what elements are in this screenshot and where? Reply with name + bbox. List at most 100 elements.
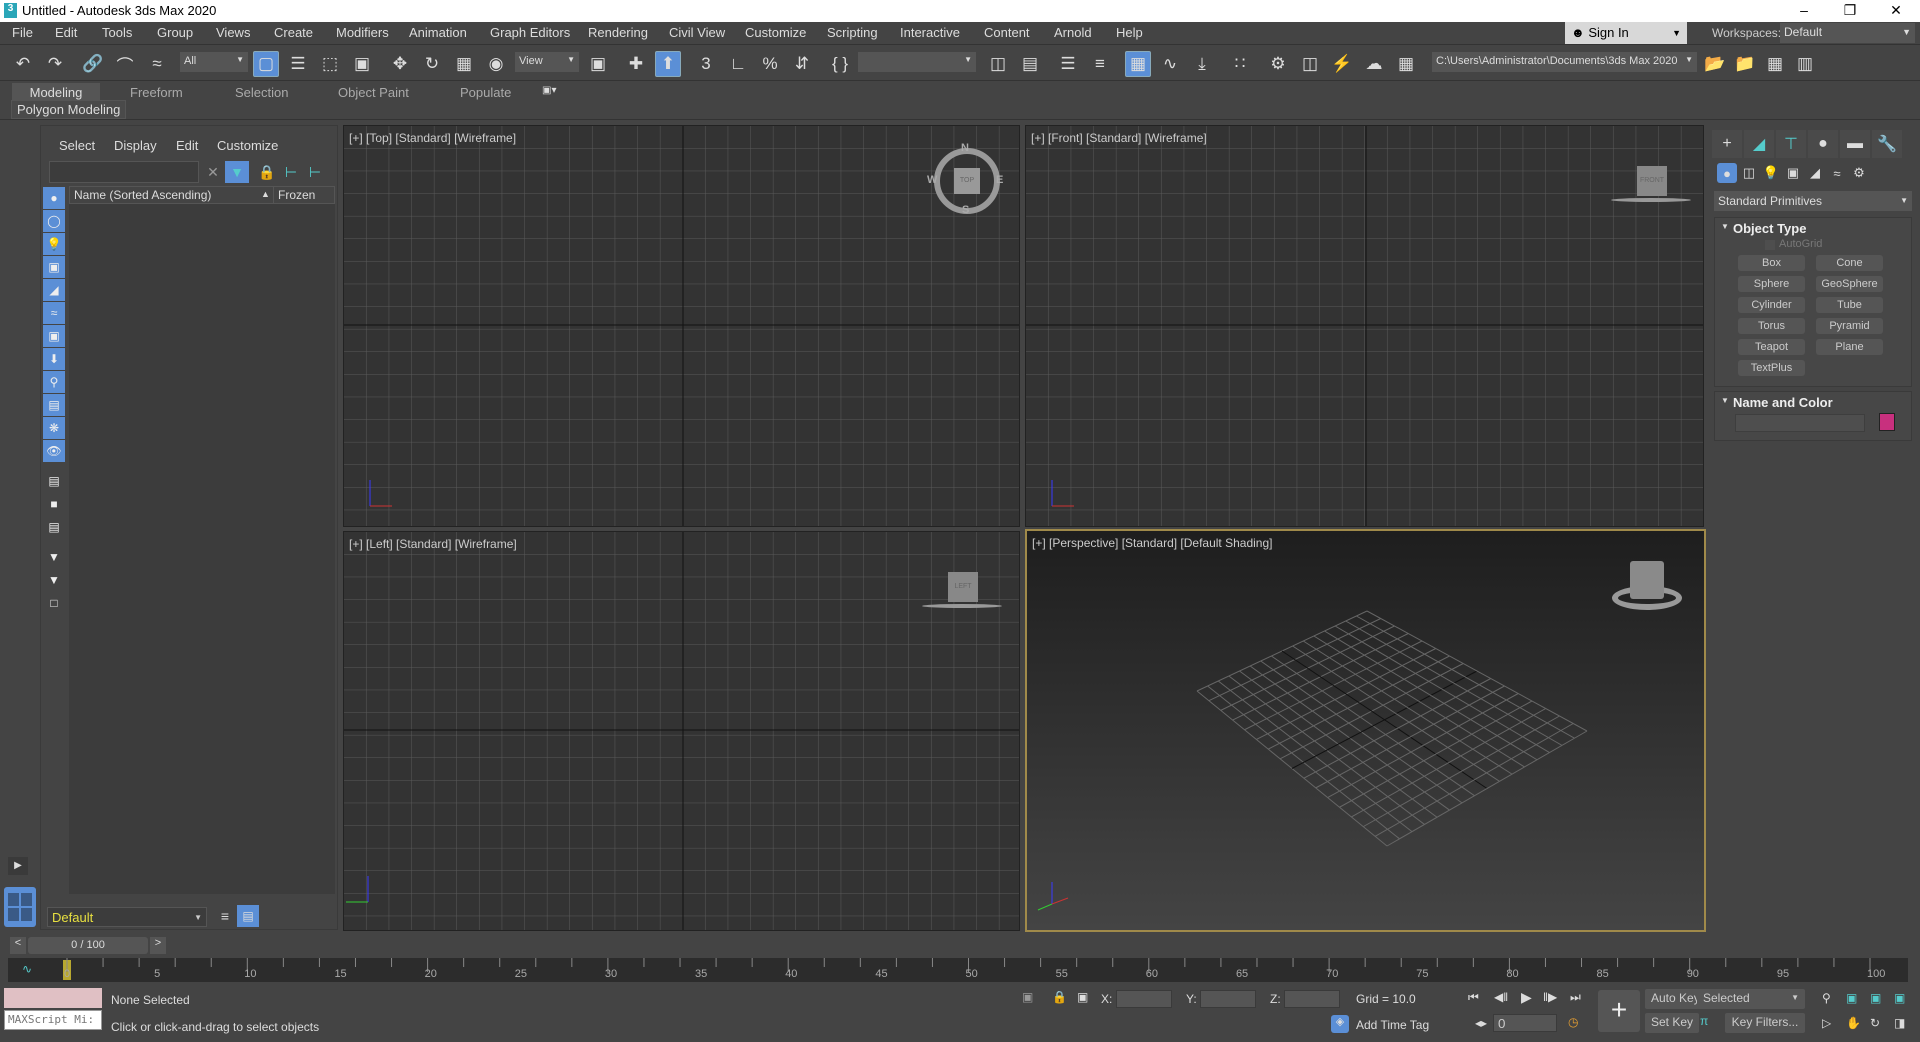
viewport-perspective[interactable]: [+] [Perspective] [Standard] [Default Sh… [1025, 529, 1706, 932]
display-invert-icon[interactable]: ▤ [43, 516, 65, 538]
display-bones-icon[interactable]: ⚲ [43, 371, 65, 393]
geosphere-button[interactable]: GeoSphere [1816, 276, 1883, 292]
menu-views[interactable]: Views [216, 25, 250, 40]
scene-object-list[interactable] [69, 204, 335, 894]
tab-object-paint[interactable]: Object Paint [326, 83, 421, 101]
key-mode-select[interactable]: Selected ▼ [1697, 989, 1805, 1009]
rendered-frame-window-icon[interactable]: ◫ [1297, 51, 1323, 77]
key-filters-button[interactable]: Key Filters... [1725, 1013, 1805, 1033]
y-coordinate-input[interactable] [1200, 990, 1256, 1008]
sphere-button[interactable]: Sphere [1738, 276, 1805, 292]
display-space-warps-icon[interactable]: ≈ [43, 302, 65, 324]
pan-hand-icon[interactable]: ✋ [1846, 1016, 1861, 1030]
category-select[interactable]: Standard Primitives ▼ [1714, 191, 1912, 211]
tab-selection[interactable]: Selection [223, 83, 300, 101]
minimize-button[interactable]: – [1781, 0, 1827, 22]
tube-button[interactable]: Tube [1816, 297, 1883, 313]
column-name[interactable]: Name (Sorted Ascending) [74, 188, 211, 202]
zoom-extents-icon[interactable]: ▣ [1870, 991, 1881, 1005]
display-particles-icon[interactable]: ❋ [43, 417, 65, 439]
scale-icon[interactable]: ▦ [451, 51, 477, 77]
previous-frame-icon[interactable]: ◀‖ [1494, 990, 1508, 1004]
selection-filter-select[interactable]: All ▼ [180, 52, 248, 72]
tab-modeling[interactable]: Modeling [12, 83, 100, 101]
geometry-icon[interactable]: ● [1717, 163, 1737, 183]
current-frame-spinner[interactable] [1493, 1014, 1557, 1032]
project-settings-icon[interactable]: 📂 [1702, 51, 1728, 77]
keyboard-shortcut-override-icon[interactable]: ⬆ [655, 51, 681, 77]
menu-tools[interactable]: Tools [102, 25, 132, 40]
space-warps-icon[interactable]: ≈ [1827, 163, 1847, 183]
layer-explorer-icon[interactable]: ≡ [1087, 51, 1113, 77]
z-coordinate-input[interactable] [1284, 990, 1340, 1008]
close-button[interactable]: ✕ [1873, 0, 1919, 22]
tab-populate[interactable]: Populate [448, 83, 523, 101]
se-menu-select[interactable]: Select [59, 138, 95, 153]
viewcube-face[interactable]: TOP [954, 168, 980, 194]
cone-button[interactable]: Cone [1816, 255, 1883, 271]
create-tab-plus-icon[interactable]: + [1712, 130, 1742, 158]
modify-tab-icon[interactable]: ◢ [1744, 130, 1774, 158]
se-menu-edit[interactable]: Edit [176, 138, 198, 153]
funnel-icon[interactable]: ▼ [43, 569, 65, 591]
rollout-title[interactable]: Name and Color [1733, 395, 1833, 410]
mirror-icon[interactable]: ◫ [985, 51, 1011, 77]
go-to-start-icon[interactable]: ⏮ [1468, 990, 1479, 1005]
window-crossing-icon[interactable]: ▣ [349, 51, 375, 77]
expand-arrow-icon[interactable]: ▶ [8, 857, 28, 875]
menu-help[interactable]: Help [1116, 25, 1143, 40]
move-icon[interactable]: ✥ [387, 51, 413, 77]
place-icon[interactable]: ◉ [483, 51, 509, 77]
angle-snap-icon[interactable]: ∟ [725, 51, 751, 77]
set-key-button[interactable]: Set Key [1645, 1013, 1700, 1033]
textplus-button[interactable]: TextPlus [1738, 360, 1805, 376]
shapes-icon[interactable]: ◫ [1739, 163, 1759, 183]
viewcube[interactable]: FRONT [1637, 166, 1667, 196]
hierarchy-tab-icon[interactable]: ⊤ [1776, 130, 1806, 158]
menu-interactive[interactable]: Interactive [900, 25, 960, 40]
teapot-button[interactable]: Teapot [1738, 339, 1805, 355]
add-time-tag-button[interactable]: Add Time Tag [1356, 1018, 1429, 1032]
time-slider[interactable]: 0 / 100 [28, 937, 148, 954]
sort-by-layer-icon[interactable]: ≡ [214, 905, 236, 927]
select-manipulate-icon[interactable]: ✚ [623, 51, 649, 77]
systems-icon[interactable]: ⚙ [1849, 163, 1869, 183]
menu-modifiers[interactable]: Modifiers [336, 25, 389, 40]
plane-button[interactable]: Plane [1816, 339, 1883, 355]
object-color-swatch[interactable] [1879, 413, 1895, 431]
clear-search-icon[interactable]: ✕ [201, 161, 225, 183]
lock-icon[interactable]: 🔒 [255, 161, 279, 183]
menu-rendering[interactable]: Rendering [588, 25, 648, 40]
redo-icon[interactable]: ↷ [42, 51, 68, 77]
workspace-select[interactable]: Default ▼ [1780, 23, 1915, 43]
render-production-icon[interactable]: ⚡ [1329, 51, 1355, 77]
display-xrefs-icon[interactable]: ⬇ [43, 348, 65, 370]
viewport-label[interactable]: [+] [Top] [Standard] [Wireframe] [349, 131, 516, 145]
reference-coordinate-select[interactable]: View ▼ [515, 52, 579, 72]
viewcube-ring[interactable] [922, 604, 1002, 608]
menu-file[interactable]: File [12, 25, 33, 40]
viewport-layouts-button[interactable] [4, 887, 36, 927]
percent-snap-icon[interactable]: % [757, 51, 783, 77]
next-frame-button[interactable]: > [150, 937, 166, 954]
viewport-label[interactable]: [+] [Perspective] [Standard] [Default Sh… [1032, 536, 1272, 550]
maximize-viewport-icon[interactable]: ◨ [1894, 1016, 1905, 1030]
object-name-input[interactable] [1735, 414, 1865, 432]
menu-civil-view[interactable]: Civil View [669, 25, 725, 40]
curve-editor-icon[interactable]: ∿ [1157, 51, 1183, 77]
project-structure-icon[interactable]: ▦ [1762, 51, 1788, 77]
named-selection-sets-select[interactable]: ▼ [858, 52, 976, 72]
rectangular-selection-icon[interactable]: ⬚ [317, 51, 343, 77]
link-icon[interactable]: 🔗 [80, 51, 106, 77]
key-filters-mode-icon[interactable]: π [1700, 1014, 1708, 1028]
display-none-icon[interactable]: ■ [43, 493, 65, 515]
unlink-icon[interactable]: ⌒ [112, 51, 138, 77]
set-keys-button[interactable]: + [1598, 990, 1640, 1032]
orbit-icon[interactable]: ↻ [1870, 1016, 1880, 1030]
toggle-ribbon-icon[interactable]: ▦ [1125, 51, 1151, 77]
viewcube[interactable]: LEFT [948, 572, 978, 602]
viewport-left[interactable]: [+] [Left] [Standard] [Wireframe] LEFT [343, 531, 1020, 931]
maxscript-input[interactable]: MAXScript Mi: [4, 1010, 102, 1030]
display-tab-icon[interactable]: ▬ [1840, 130, 1870, 158]
menu-animation[interactable]: Animation [409, 25, 467, 40]
